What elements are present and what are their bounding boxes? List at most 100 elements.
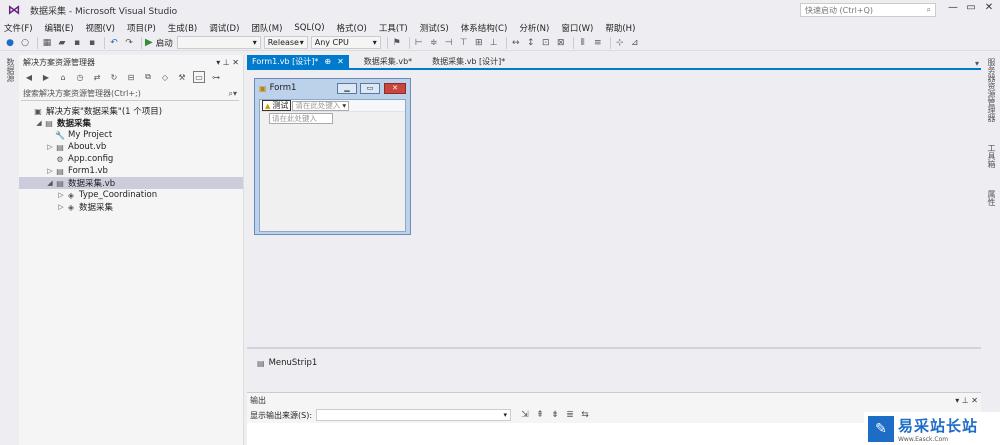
- menu-architecture[interactable]: 体系结构(C): [461, 22, 508, 34]
- tab-form1-designer[interactable]: Form1.vb [设计]* ⊕ ✕: [247, 55, 349, 68]
- expand-arrow-icon[interactable]: ▷: [45, 167, 55, 175]
- expand-arrow-icon[interactable]: ◢: [45, 179, 55, 187]
- align-rights-icon[interactable]: ⊣: [443, 37, 455, 49]
- menu-team[interactable]: 团队(M): [251, 22, 282, 34]
- chevron-down-icon[interactable]: ▾: [975, 59, 979, 68]
- properties-icon[interactable]: ⚒: [176, 71, 188, 83]
- start-debugging-button[interactable]: ▶ 启动: [145, 37, 173, 49]
- quick-launch-input[interactable]: 快速启动 (Ctrl+Q) ⌕: [800, 3, 936, 17]
- menu-format[interactable]: 格式(O): [337, 22, 367, 34]
- expand-arrow-icon[interactable]: ◢: [34, 119, 44, 127]
- menu-view[interactable]: 视图(V): [86, 22, 115, 34]
- tree-item[interactable]: ▷ ◈ Type_Coordination: [19, 189, 243, 201]
- minimize-button[interactable]: —: [944, 2, 962, 16]
- next-message-icon[interactable]: ⇟: [549, 409, 561, 421]
- properties-tab[interactable]: 属性: [986, 187, 997, 209]
- view-designer-icon[interactable]: ▭: [193, 71, 205, 83]
- toolbox-tab[interactable]: 工具箱: [986, 141, 997, 171]
- tree-item[interactable]: ◢ ▤ 数据采集.vb: [19, 177, 243, 189]
- tree-item[interactable]: ▣ 解决方案"数据采集"(1 个项目): [19, 105, 243, 118]
- tree-item[interactable]: 🔧 My Project: [19, 129, 243, 141]
- find-icon[interactable]: ⚑: [391, 37, 403, 49]
- expand-arrow-icon[interactable]: ▷: [56, 203, 66, 211]
- menu-build[interactable]: 生成(B): [168, 22, 197, 34]
- tab-datacollect-designer[interactable]: 数据采集.vb [设计]*: [427, 55, 510, 68]
- word-wrap-icon[interactable]: ⇆: [579, 409, 591, 421]
- lock-controls-icon[interactable]: ⊿: [629, 37, 641, 49]
- menu-help[interactable]: 帮助(H): [605, 22, 635, 34]
- refresh-icon[interactable]: ↻: [108, 71, 120, 83]
- vertical-spacing-icon[interactable]: ≡: [592, 37, 604, 49]
- configuration-dropdown[interactable]: Release ▾: [263, 36, 308, 49]
- tab-order-icon[interactable]: ⊹: [614, 37, 626, 49]
- class-diagram-icon[interactable]: ⊶: [210, 71, 222, 83]
- forward-icon[interactable]: ▶: [40, 71, 52, 83]
- horizontal-spacing-icon[interactable]: ⫴: [577, 37, 589, 49]
- submenu-type-here-input[interactable]: 请在此处键入: [269, 113, 333, 124]
- expand-arrow-icon[interactable]: ▷: [56, 191, 66, 199]
- tree-item[interactable]: ▷ ▤ Form1.vb: [19, 165, 243, 177]
- menu-file[interactable]: 文件(F): [4, 22, 33, 34]
- menu-sql[interactable]: SQL(Q): [294, 23, 324, 33]
- find-message-icon[interactable]: ⇲: [519, 409, 531, 421]
- restore-button[interactable]: ▭: [962, 2, 980, 16]
- pin-icon[interactable]: ⊥: [223, 58, 230, 67]
- chevron-down-icon[interactable]: ▾: [216, 58, 220, 67]
- expand-arrow-icon[interactable]: ▷: [45, 143, 55, 151]
- designer-surface[interactable]: ▣ Form1 ▁ ▭ ✕ ▲ 测试 请在此处键入 ▾ 请在此处键入: [247, 70, 981, 346]
- debug-target-dropdown[interactable]: ▾: [176, 36, 261, 49]
- menu-tools[interactable]: 工具(T): [379, 22, 408, 34]
- close-icon[interactable]: ✕: [232, 58, 239, 67]
- home-icon[interactable]: ⌂: [57, 71, 69, 83]
- align-bottoms-icon[interactable]: ⊥: [488, 37, 500, 49]
- tree-item[interactable]: ▷ ◈ 数据采集: [19, 201, 243, 214]
- output-source-dropdown[interactable]: ▾: [316, 409, 512, 421]
- menustrip-control[interactable]: ▲ 测试 请在此处键入 ▾: [260, 100, 405, 112]
- align-tops-icon[interactable]: ⊤: [458, 37, 470, 49]
- close-tab-icon[interactable]: ✕: [337, 57, 344, 66]
- make-same-size-icon[interactable]: ⊡: [540, 37, 552, 49]
- tree-item[interactable]: ◢ ▤ 数据采集: [19, 117, 243, 130]
- menu-analyze[interactable]: 分析(N): [519, 22, 549, 34]
- save-all-icon[interactable]: ▪: [86, 37, 98, 49]
- sync-icon[interactable]: ⇄: [91, 71, 103, 83]
- close-icon[interactable]: ✕: [971, 396, 978, 405]
- align-middles-icon[interactable]: ⊞: [473, 37, 485, 49]
- chevron-down-icon[interactable]: ▾: [955, 396, 959, 405]
- show-all-files-icon[interactable]: ⧉: [142, 71, 154, 83]
- solution-search-input[interactable]: 搜索解决方案资源管理器(Ctrl+;) ⌕▾: [21, 87, 239, 101]
- pin-icon[interactable]: ⊥: [962, 396, 969, 405]
- server-explorer-tab[interactable]: 服务器资源管理器: [986, 55, 997, 125]
- menu-type-here-input[interactable]: 请在此处键入 ▾: [292, 100, 350, 111]
- pending-changes-filter-icon[interactable]: ◷: [74, 71, 86, 83]
- redo-icon[interactable]: ↷: [123, 37, 135, 49]
- tree-item[interactable]: ⚙ App.config: [19, 153, 243, 165]
- form-preview[interactable]: ▣ Form1 ▁ ▭ ✕ ▲ 测试 请在此处键入 ▾ 请在此处键入: [254, 78, 411, 235]
- open-file-icon[interactable]: ▰: [56, 37, 68, 49]
- platform-dropdown[interactable]: Any CPU ▾: [310, 36, 381, 49]
- menu-item-test[interactable]: ▲ 测试: [262, 100, 292, 111]
- clear-all-icon[interactable]: ≣: [564, 409, 576, 421]
- size-to-grid-icon[interactable]: ⊠: [555, 37, 567, 49]
- collapse-all-icon[interactable]: ⊟: [125, 71, 137, 83]
- align-centers-icon[interactable]: ≑: [428, 37, 440, 49]
- new-project-icon[interactable]: ▦: [41, 37, 53, 49]
- align-lefts-icon[interactable]: ⊢: [413, 37, 425, 49]
- menu-window[interactable]: 窗口(W): [561, 22, 593, 34]
- navigate-back-icon[interactable]: ●: [4, 37, 16, 49]
- undo-icon[interactable]: ↶: [108, 37, 120, 49]
- view-code-icon[interactable]: ◇: [159, 71, 171, 83]
- navigate-forward-icon[interactable]: ○: [19, 37, 31, 49]
- previous-message-icon[interactable]: ⇞: [534, 409, 546, 421]
- back-icon[interactable]: ◀: [23, 71, 35, 83]
- menu-test[interactable]: 测试(S): [420, 22, 449, 34]
- tray-component-menustrip[interactable]: ▤ MenuStrip1: [257, 358, 317, 368]
- save-icon[interactable]: ▪: [71, 37, 83, 49]
- pin-tab-icon[interactable]: ⊕: [324, 57, 331, 66]
- tree-item[interactable]: ▷ ▤ About.vb: [19, 141, 243, 153]
- menu-project[interactable]: 项目(P): [127, 22, 156, 34]
- menu-debug[interactable]: 调试(D): [209, 22, 239, 34]
- form-client-area[interactable]: ▲ 测试 请在此处键入 ▾ 请在此处键入: [259, 99, 406, 232]
- make-same-height-icon[interactable]: ↕: [525, 37, 537, 49]
- tab-datacollect-code[interactable]: 数据采集.vb*: [359, 55, 417, 68]
